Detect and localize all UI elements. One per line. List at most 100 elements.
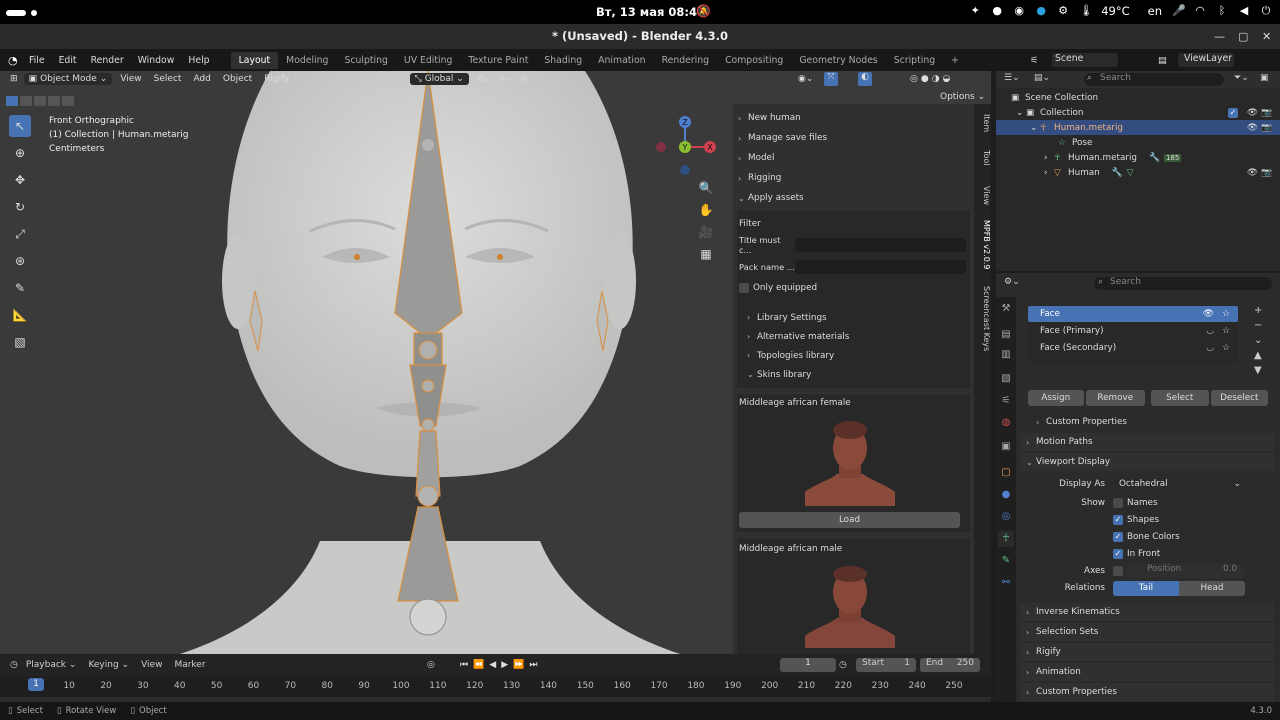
tab-texture-paint[interactable]: Texture Paint bbox=[460, 52, 536, 69]
only-equipped-checkbox[interactable] bbox=[739, 283, 749, 293]
system-clock[interactable]: Вт, 13 мая 08:40 bbox=[596, 5, 705, 19]
tab-shading[interactable]: Shading bbox=[536, 52, 590, 69]
tab-compositing[interactable]: Compositing bbox=[717, 52, 791, 69]
outliner-search[interactable]: Search bbox=[1084, 73, 1224, 86]
render-tab-icon[interactable]: ▤ bbox=[998, 327, 1014, 343]
telegram-icon[interactable]: ● bbox=[1035, 5, 1047, 17]
scene-icon[interactable]: ⚟ bbox=[1030, 55, 1038, 66]
tab-animation[interactable]: Animation bbox=[590, 52, 653, 69]
eye-closed-icon[interactable]: ◡ bbox=[1206, 326, 1214, 336]
alternative-materials[interactable]: › Alternative materials bbox=[737, 327, 970, 346]
deselect-button[interactable]: Deselect bbox=[1210, 390, 1268, 406]
bone-constraint-tab-icon[interactable]: ⚯ bbox=[998, 575, 1014, 591]
tab-layout[interactable]: Layout bbox=[230, 51, 279, 69]
section-rigify[interactable]: › Rigify bbox=[1020, 643, 1274, 661]
navigation-gizmo[interactable]: Z X Y bbox=[650, 115, 720, 177]
camera-icon[interactable]: 📷 bbox=[1261, 108, 1272, 118]
move-tool-icon[interactable]: ✥ bbox=[9, 169, 31, 191]
section-animation[interactable]: › Animation bbox=[1020, 663, 1274, 681]
camera-view-icon[interactable]: 🎥 bbox=[697, 223, 715, 241]
menu-edit[interactable]: Edit bbox=[52, 55, 84, 66]
section-inverse-kinematics[interactable]: › Inverse Kinematics bbox=[1020, 603, 1274, 621]
scene-tab-icon[interactable]: ⚟ bbox=[998, 393, 1014, 409]
move-up-icon[interactable]: ▲ bbox=[1254, 350, 1262, 361]
bone-collection-face-secondary[interactable]: Face (Secondary) ◡ ☆ bbox=[1028, 340, 1238, 356]
menu-add[interactable]: Add bbox=[193, 74, 210, 84]
skins-library[interactable]: ⌄ Skins library bbox=[737, 365, 970, 384]
star-icon[interactable]: ☆ bbox=[1222, 343, 1230, 353]
skin-thumbnail-male[interactable] bbox=[805, 560, 895, 648]
display-as-dropdown[interactable]: Octahedral ⌄ bbox=[1113, 476, 1245, 492]
ortho-grid-icon[interactable]: ▦ bbox=[697, 245, 715, 263]
pack-filter-input[interactable] bbox=[795, 260, 966, 274]
bluetooth-icon[interactable]: ᛒ bbox=[1216, 5, 1228, 17]
section-custom-properties-bc[interactable]: › Custom Properties bbox=[1020, 413, 1274, 431]
zoom-icon[interactable]: 🔍 bbox=[697, 179, 715, 197]
section-new-human[interactable]: › New human bbox=[733, 108, 974, 128]
timeline-ruler[interactable]: 1 10 20 30 40 50 60 70 80 90 100 110 120 130 140 150 16… bbox=[0, 676, 991, 702]
section-manage-save-files[interactable]: › Manage save files bbox=[733, 128, 974, 148]
pivot-icon[interactable]: ⊙⌄ bbox=[477, 74, 492, 84]
in-front-checkbox[interactable]: ✓ bbox=[1113, 549, 1123, 559]
tab-sculpting[interactable]: Sculpting bbox=[336, 52, 395, 69]
tab-uv-editing[interactable]: UV Editing bbox=[396, 52, 461, 69]
menu-help[interactable]: Help bbox=[181, 55, 216, 66]
menu-keying[interactable]: Keying ⌄ bbox=[88, 660, 129, 670]
view-layer-selector[interactable]: ViewLayer bbox=[1178, 53, 1234, 67]
keyboard-layout[interactable]: en bbox=[1148, 4, 1162, 18]
options-dropdown[interactable]: Options ⌄ bbox=[940, 92, 985, 102]
eye-icon[interactable]: 👁 bbox=[1247, 123, 1258, 133]
outliner-pose[interactable]: ☆ Pose bbox=[996, 135, 1280, 150]
properties-search[interactable]: Search bbox=[1094, 277, 1272, 290]
menu-view[interactable]: View bbox=[120, 74, 141, 84]
tab-modeling[interactable]: Modeling bbox=[278, 52, 336, 69]
eye-icon[interactable]: 👁 bbox=[1247, 108, 1258, 118]
tab-screencast-keys[interactable]: Screencast Keys bbox=[974, 286, 991, 351]
menu-playback[interactable]: Playback ⌄ bbox=[26, 660, 77, 670]
clock-editor-icon[interactable]: ◷ bbox=[10, 660, 18, 670]
steam-icon[interactable]: ◉ bbox=[1013, 5, 1025, 17]
menu-rigify[interactable]: Rigify bbox=[264, 74, 289, 84]
selection-mode-icons[interactable] bbox=[6, 96, 78, 106]
menu-marker[interactable]: Marker bbox=[174, 660, 205, 670]
section-viewport-display[interactable]: ⌄ Viewport Display bbox=[1020, 453, 1274, 471]
editor-type-icon[interactable]: ⊞ bbox=[10, 74, 18, 84]
relations-head-button[interactable]: Head bbox=[1179, 580, 1245, 596]
select-tool-icon[interactable]: ↖ bbox=[9, 115, 31, 137]
menu-object[interactable]: Object bbox=[223, 74, 252, 84]
library-settings[interactable]: › Library Settings bbox=[737, 308, 970, 327]
gear-icon[interactable]: ⚙ bbox=[1057, 5, 1069, 17]
eye-icon[interactable]: 👁 bbox=[1247, 168, 1258, 178]
select-button[interactable]: Select bbox=[1151, 390, 1209, 406]
tab-scripting[interactable]: Scripting bbox=[886, 52, 943, 69]
assign-button[interactable]: Assign bbox=[1028, 390, 1084, 406]
armature-data-tab-icon[interactable]: ☥ bbox=[998, 531, 1014, 547]
transform-orientation[interactable]: ⤡ Global ⌄ bbox=[409, 73, 469, 85]
maximize-button[interactable]: ▢ bbox=[1238, 24, 1248, 49]
blender-logo-icon[interactable]: ◔ bbox=[8, 54, 22, 67]
star-icon[interactable]: ☆ bbox=[1222, 309, 1230, 319]
collection-tab-icon[interactable]: ▣ bbox=[998, 439, 1014, 455]
measure-tool-icon[interactable]: 📐 bbox=[9, 304, 31, 326]
add-icon[interactable]: + bbox=[1254, 305, 1262, 316]
start-frame-field[interactable]: Start 1 bbox=[856, 658, 916, 672]
tool-tab-icon[interactable]: ⚒ bbox=[998, 301, 1014, 317]
puzzle-icon[interactable]: ✦ bbox=[969, 5, 981, 17]
proportional-edit-icon[interactable]: ◎ bbox=[521, 74, 529, 84]
names-checkbox[interactable] bbox=[1113, 498, 1123, 508]
record-icon[interactable]: ◎ bbox=[427, 660, 435, 670]
output-tab-icon[interactable]: ▥ bbox=[998, 347, 1014, 363]
annotate-tool-icon[interactable]: ✎ bbox=[9, 277, 31, 299]
load-skin-button[interactable]: Load bbox=[739, 512, 960, 528]
power-icon[interactable]: ⏻ bbox=[1260, 5, 1272, 17]
chevron-down-icon[interactable]: ⌄ bbox=[1254, 335, 1262, 346]
outliner-human[interactable]: › ▽ Human 🔧 ▽ 👁 📷 bbox=[996, 165, 1280, 180]
section-apply-assets[interactable]: ⌄ Apply assets bbox=[733, 188, 974, 208]
playhead[interactable]: 1 bbox=[28, 678, 44, 691]
snap-icon[interactable]: ⌁⌄ bbox=[500, 74, 513, 84]
section-model[interactable]: › Model bbox=[733, 148, 974, 168]
axes-checkbox[interactable] bbox=[1113, 566, 1123, 576]
menu-select[interactable]: Select bbox=[154, 74, 182, 84]
view-layer-tab-icon[interactable]: ▧ bbox=[998, 371, 1014, 387]
physics-tab-icon[interactable]: ◎ bbox=[998, 509, 1014, 525]
